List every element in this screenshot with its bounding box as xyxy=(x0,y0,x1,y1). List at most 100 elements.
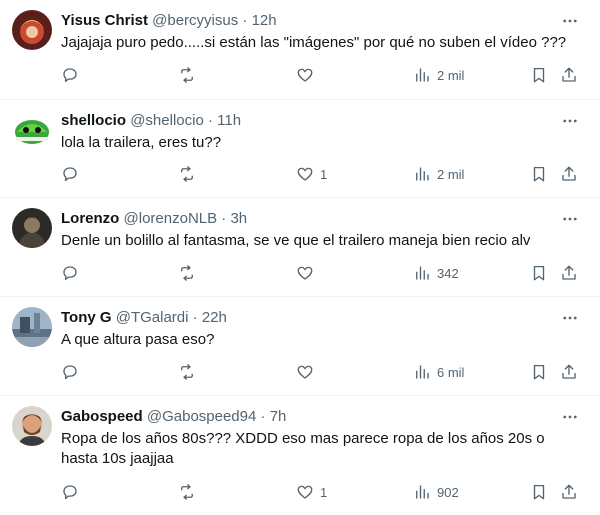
action-bar: 6 mil xyxy=(0,362,600,382)
more-options-button[interactable] xyxy=(560,14,580,28)
user-handle[interactable]: @lorenzoNLB xyxy=(124,210,218,227)
reply-button[interactable] xyxy=(61,362,85,382)
share-button[interactable] xyxy=(560,65,578,85)
avatar[interactable] xyxy=(12,307,52,347)
more-dots-icon xyxy=(563,119,577,123)
views-button[interactable]: 2 mil xyxy=(413,65,464,85)
like-button[interactable] xyxy=(296,362,320,382)
view-count: 2 mil xyxy=(437,67,465,83)
more-options-button[interactable] xyxy=(560,410,580,424)
reply-icon xyxy=(63,485,77,500)
share-button[interactable] xyxy=(560,482,578,502)
action-bar: 342 xyxy=(0,263,600,283)
heart-icon xyxy=(297,266,313,280)
reply-icon xyxy=(63,167,77,182)
like-count: 1 xyxy=(320,166,328,182)
display-name[interactable]: Tony G xyxy=(61,309,112,326)
views-chart-icon xyxy=(416,266,429,280)
views-button[interactable]: 902 xyxy=(413,482,459,502)
share-button[interactable] xyxy=(560,164,578,184)
share-icon xyxy=(562,484,576,499)
post-time[interactable]: 3h xyxy=(230,210,247,227)
dark-character-avatar-icon xyxy=(12,208,52,248)
share-icon xyxy=(562,364,576,379)
bookmark-button[interactable] xyxy=(530,65,548,85)
share-icon xyxy=(562,166,576,181)
post-time[interactable]: 22h xyxy=(202,309,227,326)
more-options-button[interactable] xyxy=(560,311,580,325)
repost-button[interactable] xyxy=(178,482,202,502)
avatar[interactable] xyxy=(12,208,52,248)
views-chart-icon xyxy=(416,68,429,82)
repost-button[interactable] xyxy=(178,65,202,85)
landscape-avatar-icon xyxy=(12,307,52,347)
user-handle[interactable]: @Gabospeed94 xyxy=(147,408,256,425)
view-count: 902 xyxy=(437,484,459,500)
avatar[interactable] xyxy=(12,110,52,150)
repost-button[interactable] xyxy=(178,362,202,382)
display-name[interactable]: Yisus Christ xyxy=(61,12,148,29)
post-header: Lorenzo @lorenzoNLB · 3h xyxy=(61,209,247,229)
like-button[interactable]: 1 xyxy=(296,164,327,184)
share-button[interactable] xyxy=(560,263,578,283)
view-count: 6 mil xyxy=(437,364,465,380)
post-header: Yisus Christ @bercyyisus · 12h xyxy=(61,11,277,31)
heart-icon xyxy=(297,485,313,499)
reply-post[interactable]: Lorenzo @lorenzoNLB · 3h Denle un bolill… xyxy=(0,198,600,297)
post-text: Jajajaja puro pedo.....si están las "imá… xyxy=(61,34,567,51)
reply-post[interactable]: Gabospeed @Gabospeed94 · 7h Ropa de los … xyxy=(0,396,600,515)
heart-icon xyxy=(297,365,313,379)
post-time[interactable]: 12h xyxy=(252,12,277,29)
like-button[interactable]: 1 xyxy=(296,482,327,502)
reply-post[interactable]: shellocio @shellocio · 11h lola la trail… xyxy=(0,100,600,198)
heart-icon xyxy=(297,68,313,82)
views-chart-icon xyxy=(416,485,429,499)
reply-button[interactable] xyxy=(61,482,85,502)
views-button[interactable]: 2 mil xyxy=(413,164,464,184)
reply-post[interactable]: Tony G @TGalardi · 22h A que altura pasa… xyxy=(0,297,600,396)
reply-post[interactable]: Yisus Christ @bercyyisus · 12h Jajajaja … xyxy=(0,0,600,100)
repost-icon xyxy=(181,166,193,182)
user-handle[interactable]: @TGalardi xyxy=(116,309,189,326)
more-options-button[interactable] xyxy=(560,212,580,226)
display-name[interactable]: Lorenzo xyxy=(61,210,119,227)
repost-button[interactable] xyxy=(178,164,202,184)
reply-button[interactable] xyxy=(61,164,85,184)
like-button[interactable] xyxy=(296,263,320,283)
reply-feed: Yisus Christ @bercyyisus · 12h Jajajaja … xyxy=(0,0,600,515)
bookmark-button[interactable] xyxy=(530,263,548,283)
repost-icon xyxy=(181,265,193,281)
views-button[interactable]: 6 mil xyxy=(413,362,464,382)
avatar[interactable] xyxy=(12,10,52,50)
like-button[interactable] xyxy=(296,65,320,85)
views-button[interactable]: 342 xyxy=(413,263,459,283)
share-button[interactable] xyxy=(560,362,578,382)
display-name[interactable]: shellocio xyxy=(61,112,126,129)
separator-dot: · xyxy=(207,112,213,129)
post-time[interactable]: 11h xyxy=(217,112,241,129)
action-bar: 1 902 xyxy=(0,482,600,502)
bookmark-button[interactable] xyxy=(530,164,548,184)
user-handle[interactable]: @bercyyisus xyxy=(152,12,238,29)
user-handle[interactable]: @shellocio xyxy=(130,112,204,129)
reply-button[interactable] xyxy=(61,65,85,85)
more-options-button[interactable] xyxy=(560,114,580,128)
reply-icon xyxy=(63,365,77,380)
bookmark-button[interactable] xyxy=(530,362,548,382)
separator-dot: · xyxy=(242,12,248,29)
bookmark-icon xyxy=(533,265,545,281)
post-time[interactable]: 7h xyxy=(270,408,287,425)
avatar[interactable] xyxy=(12,406,52,446)
views-chart-icon xyxy=(416,365,429,379)
bookmark-icon xyxy=(533,67,545,83)
post-text: Ropa de los años 80s??? XDDD eso mas par… xyxy=(61,430,545,467)
display-name[interactable]: Gabospeed xyxy=(61,408,143,425)
reply-button[interactable] xyxy=(61,263,85,283)
repost-icon xyxy=(181,67,193,83)
repost-button[interactable] xyxy=(178,263,202,283)
bookmark-button[interactable] xyxy=(530,482,548,502)
reply-icon xyxy=(63,266,77,281)
bookmark-icon xyxy=(533,166,545,182)
post-header: shellocio @shellocio · 11h xyxy=(61,111,241,131)
separator-dot: · xyxy=(221,210,227,227)
